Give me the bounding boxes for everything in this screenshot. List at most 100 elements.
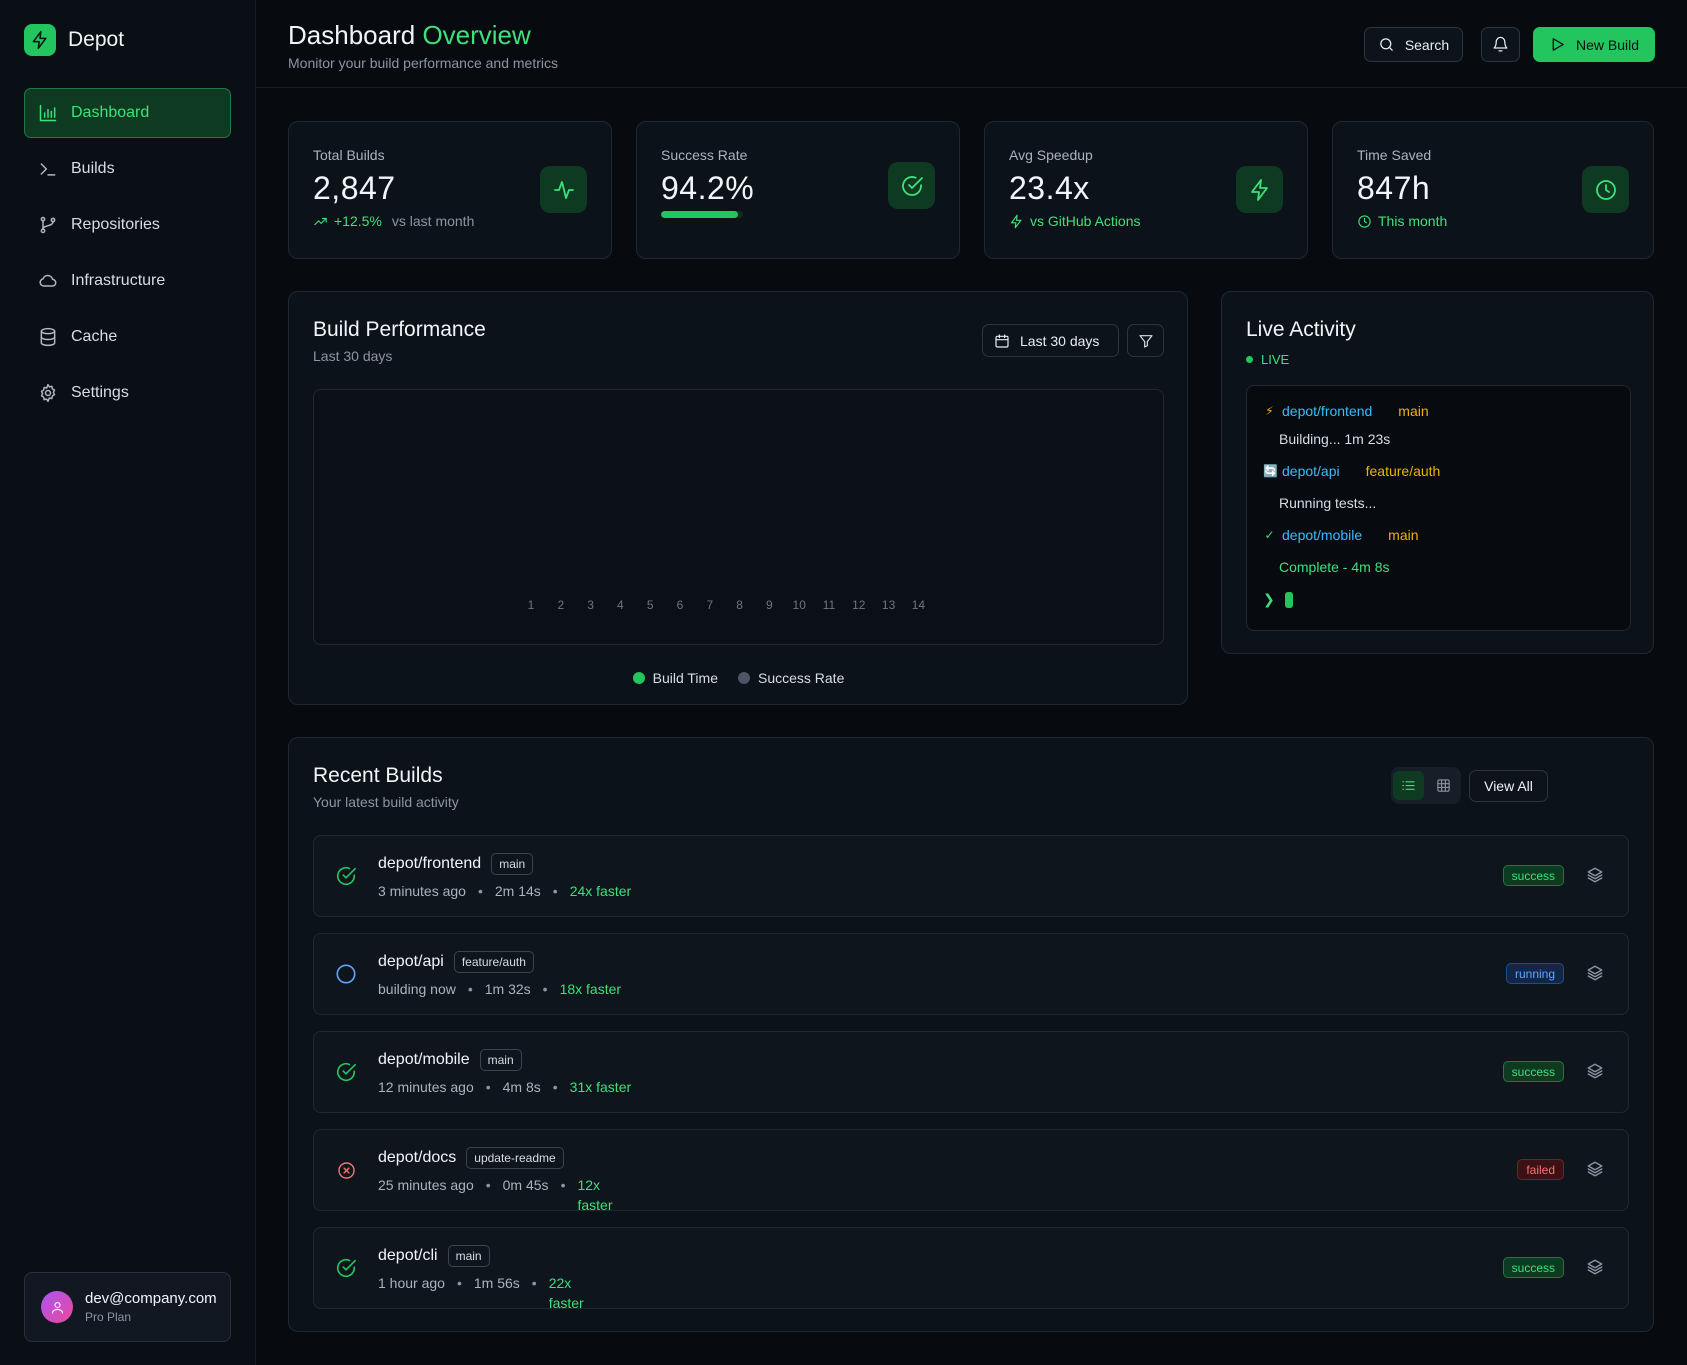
sidebar-item-infrastructure[interactable]: Infrastructure xyxy=(24,256,231,306)
activity-branch: main xyxy=(1398,403,1429,419)
filter-button[interactable] xyxy=(1127,324,1164,357)
build-repo-name[interactable]: depot/frontend xyxy=(378,855,481,873)
x-tick-label: 3 xyxy=(587,598,594,612)
build-row[interactable]: depot/api feature/auth building now • 1m … xyxy=(313,933,1629,1015)
sidebar-item-repositories[interactable]: Repositories xyxy=(24,200,231,250)
build-repo: depot/docs update-readme xyxy=(378,1147,564,1169)
status-badge: failed xyxy=(1517,1159,1564,1180)
build-repo-name[interactable]: depot/api xyxy=(378,953,444,971)
x-tick-label: 8 xyxy=(736,598,743,612)
sidebar-nav: Dashboard Builds Repositories Infrastruc… xyxy=(24,88,231,424)
build-meta: 25 minutes ago • 0m 45s • 12x faster xyxy=(378,1177,621,1215)
section-title: Live Activity xyxy=(1246,318,1356,341)
terminal-icon xyxy=(38,159,58,179)
build-row[interactable]: depot/frontend main 3 minutes ago • 2m 14… xyxy=(313,835,1629,917)
x-tick-label: 7 xyxy=(706,598,713,612)
activity-status: Complete - 4m 8s xyxy=(1279,559,1389,575)
sidebar-item-settings[interactable]: Settings xyxy=(24,368,231,418)
success-rate-progress xyxy=(661,211,743,218)
live-dot xyxy=(1246,356,1253,363)
build-time: building now xyxy=(378,981,456,997)
filter-icon xyxy=(1138,333,1154,349)
activity-status-text: Running tests... xyxy=(1279,495,1377,511)
build-speedup: 12x faster xyxy=(577,1177,613,1213)
status-badge: success xyxy=(1502,865,1564,886)
build-row[interactable]: depot/mobile main 12 minutes ago • 4m 8s •… xyxy=(313,1031,1629,1113)
notifications-button[interactable] xyxy=(1481,27,1520,62)
build-repo: depot/api feature/auth xyxy=(378,951,534,973)
check-icon: ✓ xyxy=(1264,528,1275,542)
view-all-button[interactable]: View All xyxy=(1469,770,1548,802)
x-tick-label: 1 xyxy=(528,598,535,612)
new-build-label: New Build xyxy=(1575,36,1640,53)
view-toggle xyxy=(1391,767,1461,804)
stat-value: 847h xyxy=(1357,170,1431,206)
live-activity-card: Live Activity LIVE ⚡ depot/frontend main… xyxy=(1221,291,1654,654)
stat-card-time-saved: Time Saved 847h This month xyxy=(1332,121,1654,259)
activity-terminal: ⚡ depot/frontend main Building... 1m 23s… xyxy=(1246,385,1631,631)
activity-branch: feature/auth xyxy=(1365,463,1441,479)
sidebar-item-label: Cache xyxy=(71,328,118,345)
x-tick-label: 13 xyxy=(882,598,896,612)
activity-branch: main xyxy=(1388,527,1419,543)
page-title: Dashboard Overview xyxy=(288,20,531,51)
build-repo-name[interactable]: depot/cli xyxy=(378,1247,438,1265)
sidebar: Depot Dashboard Builds Repositories Infr… xyxy=(0,0,256,1365)
refresh-icon: 🔄 xyxy=(1263,464,1278,478)
calendar-icon xyxy=(994,333,1010,349)
date-range-button[interactable]: Last 30 days xyxy=(982,324,1119,357)
bar-chart-icon xyxy=(38,103,58,123)
branch-tag: main xyxy=(491,853,534,875)
bolt-icon xyxy=(1236,166,1283,213)
list-view-button[interactable] xyxy=(1393,771,1424,800)
stat-label: Time Saved xyxy=(1357,147,1432,163)
build-row[interactable]: depot/cli main 1 hour ago • 1m 56s • 22x f… xyxy=(313,1227,1629,1311)
running-circle-icon xyxy=(335,963,357,985)
branch-tag: update-readme xyxy=(466,1147,564,1169)
new-build-button[interactable]: New Build xyxy=(1533,27,1655,62)
stat-card-total-builds: Total Builds 2,847 +12.5% vs last month xyxy=(288,121,612,259)
x-tick-label: 12 xyxy=(852,598,866,612)
layers-icon[interactable] xyxy=(1586,964,1604,982)
avatar xyxy=(41,1291,73,1323)
x-tick-label: 11 xyxy=(823,598,836,612)
build-row[interactable]: depot/docs update-readme 25 minutes ago •… xyxy=(313,1129,1629,1213)
build-duration: 0m 45s xyxy=(502,1177,549,1193)
sidebar-item-dashboard[interactable]: Dashboard xyxy=(24,88,231,138)
layers-icon[interactable] xyxy=(1586,1258,1604,1276)
page-subtitle: Monitor your build performance and metri… xyxy=(288,55,559,71)
brand-name: Depot xyxy=(68,28,125,51)
stat-note-text: This month xyxy=(1378,213,1448,229)
layers-icon[interactable] xyxy=(1586,866,1604,884)
status-badge: running xyxy=(1505,963,1564,984)
stat-delta-note: vs last month xyxy=(391,213,475,229)
search-button-label: Search xyxy=(1404,36,1450,53)
sidebar-item-cache[interactable]: Cache xyxy=(24,312,231,362)
grid-view-button[interactable] xyxy=(1428,771,1459,800)
stat-label: Success Rate xyxy=(661,147,748,163)
brand[interactable]: Depot xyxy=(24,24,124,56)
git-branch-icon xyxy=(38,215,58,235)
chart-legend: Build Time Success Rate xyxy=(289,670,1188,686)
build-duration: 2m 14s xyxy=(494,883,541,899)
build-repo-name[interactable]: depot/mobile xyxy=(378,1051,470,1069)
build-meta: 1 hour ago • 1m 56s • 22x faster xyxy=(378,1275,593,1313)
gear-icon xyxy=(38,383,58,403)
x-tick-label: 6 xyxy=(677,598,684,612)
trending-up-icon xyxy=(313,214,328,229)
build-time: 1 hour ago xyxy=(378,1275,445,1291)
stat-value: 94.2% xyxy=(661,170,755,206)
build-repo-name[interactable]: depot/docs xyxy=(378,1149,456,1167)
build-time: 12 minutes ago xyxy=(378,1079,474,1095)
stat-note: This month xyxy=(1357,213,1447,229)
search-button[interactable]: Search xyxy=(1364,27,1463,62)
user-card[interactable]: dev@company.com Pro Plan xyxy=(24,1272,231,1342)
activity-status-text: Complete - 4m 8s xyxy=(1279,559,1390,575)
layers-icon[interactable] xyxy=(1586,1160,1604,1178)
header: Dashboard Overview Monitor your build pe… xyxy=(256,0,1687,88)
section-subtitle: Your latest build activity xyxy=(313,794,459,810)
layers-icon[interactable] xyxy=(1586,1062,1604,1080)
build-performance-card: Build Performance Last 30 days Last 30 d… xyxy=(288,291,1188,705)
clock-icon xyxy=(1582,166,1629,213)
sidebar-item-builds[interactable]: Builds xyxy=(24,144,231,194)
